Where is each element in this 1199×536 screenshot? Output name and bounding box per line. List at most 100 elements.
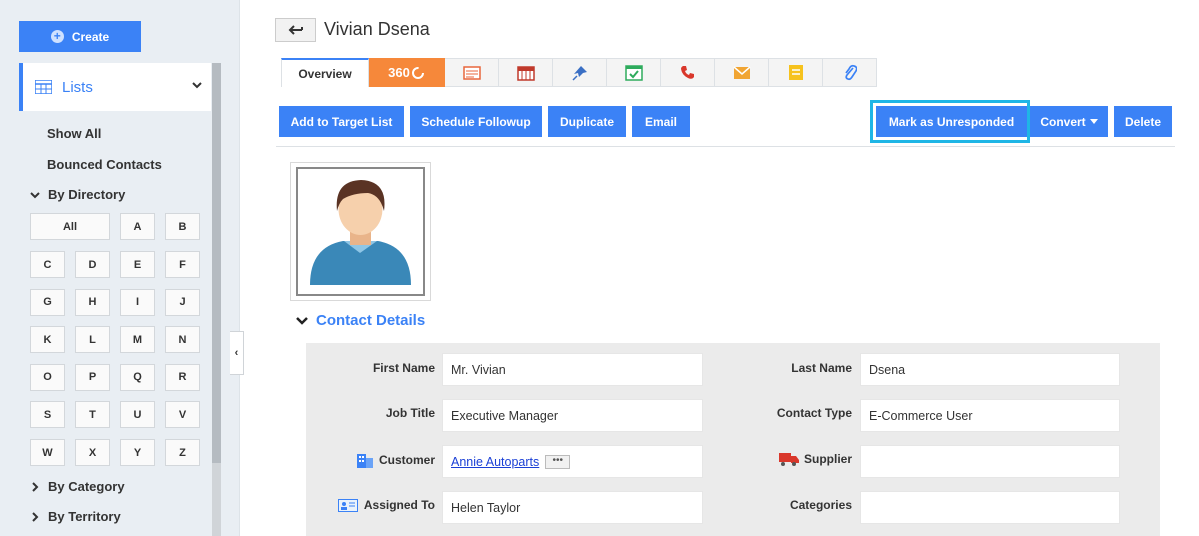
list-icon (35, 80, 52, 94)
directory-key-c[interactable]: C (30, 251, 65, 278)
tab-notes[interactable] (769, 58, 823, 87)
directory-key-t[interactable]: T (75, 401, 110, 429)
section-title: Contact Details (316, 312, 426, 329)
tab-attachments[interactable] (823, 58, 877, 87)
back-arrow-icon (288, 25, 303, 35)
tab-tasks[interactable] (607, 58, 661, 87)
back-button[interactable] (275, 18, 316, 42)
chevron-down-icon (192, 82, 202, 89)
directory-key-v[interactable]: V (165, 401, 200, 429)
directory-key-r[interactable]: R (165, 363, 200, 391)
directory-key-k[interactable]: K (30, 326, 65, 354)
by-territory-label: By Territory (48, 509, 121, 524)
by-directory-toggle[interactable]: By Directory (30, 187, 125, 202)
collapse-sidebar-button[interactable]: ‹ (230, 331, 244, 375)
tab-calendar[interactable] (499, 58, 553, 87)
job-title-field[interactable]: Executive Manager (442, 399, 703, 432)
contact-type-field[interactable]: E-Commerce User (860, 399, 1120, 432)
convert-label: Convert (1040, 114, 1086, 129)
refresh-icon (411, 66, 424, 79)
tab-360[interactable]: 360 (369, 58, 445, 87)
directory-key-m[interactable]: M (120, 326, 155, 354)
by-category-label: By Category (48, 479, 125, 494)
tab-calls[interactable] (661, 58, 715, 87)
directory-key-y[interactable]: Y (120, 439, 155, 466)
page-title: Vivian Dsena (324, 19, 430, 39)
tab-bar: Overview 360 (281, 58, 877, 87)
convert-button[interactable]: Convert (1030, 106, 1108, 137)
calendar-icon (516, 65, 535, 81)
directory-key-x[interactable]: X (75, 439, 110, 466)
id-card-icon (337, 498, 358, 512)
directory-key-o[interactable]: O (30, 363, 65, 391)
directory-key-z[interactable]: Z (165, 439, 200, 466)
assigned-to-label: Assigned To (363, 498, 435, 512)
categories-label: Categories (789, 498, 852, 512)
first-name-field[interactable]: Mr. Vivian (442, 353, 703, 386)
building-icon (356, 454, 373, 468)
directory-key-b[interactable]: B (165, 213, 200, 240)
mark-as-unresponded-button[interactable]: Mark as Unresponded (876, 106, 1027, 137)
supplier-field[interactable] (860, 445, 1120, 478)
directory-key-all[interactable]: All (30, 213, 110, 240)
bounced-contacts-link[interactable]: Bounced Contacts (47, 157, 162, 172)
by-category-toggle[interactable]: By Category (30, 479, 125, 494)
email-button[interactable]: Email (632, 106, 690, 137)
directory-key-j[interactable]: J (165, 288, 200, 316)
create-button[interactable]: + Create (19, 21, 141, 52)
duplicate-button[interactable]: Duplicate (548, 106, 626, 137)
directory-key-l[interactable]: L (75, 326, 110, 354)
first-name-label: First Name (372, 361, 435, 375)
directory-key-p[interactable]: P (75, 363, 110, 391)
directory-key-n[interactable]: N (165, 326, 200, 354)
directory-key-f[interactable]: F (165, 251, 200, 278)
invoice-icon (462, 65, 481, 80)
directory-key-q[interactable]: Q (120, 363, 155, 391)
contact-details-toggle[interactable]: Contact Details (296, 312, 425, 329)
divider (276, 146, 1175, 147)
schedule-followup-button[interactable]: Schedule Followup (410, 106, 542, 137)
show-all-link[interactable]: Show All (47, 126, 101, 141)
assigned-to-field[interactable]: Helen Taylor (442, 491, 703, 524)
directory-key-g[interactable]: G (30, 288, 65, 316)
contact-details-form: First Name Mr. Vivian Last Name Dsena Jo… (306, 343, 1160, 536)
tab-pin[interactable] (553, 58, 607, 87)
supplier-label: Supplier (803, 452, 852, 466)
directory-key-u[interactable]: U (120, 401, 155, 429)
note-icon (788, 65, 803, 80)
by-territory-toggle[interactable]: By Territory (30, 509, 121, 524)
directory-key-i[interactable]: I (120, 288, 155, 316)
add-to-target-list-button[interactable]: Add to Target List (279, 106, 404, 137)
chevron-right-icon (32, 511, 39, 522)
lists-dropdown[interactable]: Lists (19, 63, 211, 111)
directory-key-w[interactable]: W (30, 439, 65, 466)
customer-field: Annie Autoparts ••• (442, 445, 703, 478)
envelope-icon (733, 65, 750, 79)
directory-key-h[interactable]: H (75, 288, 110, 316)
last-name-field[interactable]: Dsena (860, 353, 1120, 386)
caret-down-icon (1089, 119, 1098, 124)
by-directory-label: By Directory (48, 187, 126, 202)
job-title-label: Job Title (385, 406, 435, 420)
tab-360-label: 360 (388, 65, 410, 80)
directory-key-e[interactable]: E (120, 251, 155, 278)
directory-key-d[interactable]: D (75, 251, 110, 278)
categories-field[interactable] (860, 491, 1120, 524)
customer-more-button[interactable]: ••• (545, 454, 571, 469)
paperclip-icon (844, 64, 857, 80)
supplier-label-group: Supplier (778, 452, 852, 466)
tab-overview[interactable]: Overview (281, 58, 369, 87)
customer-link[interactable]: Annie Autoparts (451, 455, 539, 469)
lists-label: Lists (62, 78, 93, 96)
directory-key-a[interactable]: A (120, 213, 155, 240)
directory-key-s[interactable]: S (30, 401, 65, 429)
last-name-label: Last Name (791, 361, 852, 375)
sidebar-scrollbar[interactable] (212, 63, 221, 536)
contact-photo[interactable] (290, 162, 431, 301)
delete-button[interactable]: Delete (1114, 106, 1172, 137)
tab-email[interactable] (715, 58, 769, 87)
chevron-down-icon (30, 191, 40, 198)
tab-invoice[interactable] (445, 58, 499, 87)
chevron-right-icon (32, 481, 39, 492)
avatar-icon (310, 180, 411, 285)
